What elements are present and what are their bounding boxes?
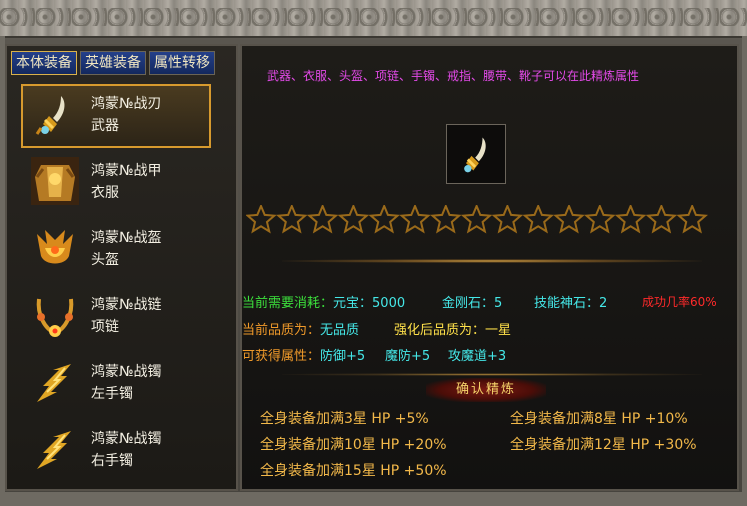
tab-body-equipment[interactable]: 本体装备	[11, 51, 77, 75]
star-icon	[399, 205, 431, 234]
blade-icon	[464, 137, 486, 173]
current-quality-value: 无品质	[320, 323, 360, 338]
cost-label: 当前需要消耗：	[242, 296, 334, 311]
equipment-item-helmet[interactable]: 鸿蒙№战盔 头盔	[21, 218, 211, 282]
after-quality: 强化后品质为：一星	[394, 319, 511, 338]
star-icon	[276, 205, 308, 234]
bonus-15-star: 全身装备加满15星 HP +50%	[260, 463, 447, 479]
equipment-item-weapon[interactable]: 鸿蒙№战刃 武器	[21, 84, 211, 148]
diamond-cost: 金刚石：5	[442, 292, 502, 311]
star-level-row	[246, 205, 708, 234]
item-name: 鸿蒙№战镯	[91, 364, 162, 380]
star-icon	[306, 205, 339, 234]
cost-row: 当前需要消耗：元宝：5000	[242, 292, 405, 311]
tab-hero-equipment[interactable]: 英雄装备	[80, 51, 146, 75]
after-quality-value: 一星	[485, 323, 512, 338]
item-name: 鸿蒙№战链	[91, 297, 162, 313]
success-rate: 成功几率60%	[642, 295, 717, 309]
frame-right	[742, 36, 747, 506]
armor-icon	[31, 157, 79, 205]
divider	[282, 259, 702, 263]
item-type: 项链	[91, 319, 119, 335]
after-quality-label: 强化后品质为：	[394, 323, 486, 338]
attribute-row: 可获得属性：防御+5	[242, 345, 365, 364]
bonus-10-star: 全身装备加满10星 HP +20%	[260, 437, 447, 453]
bonus-3-star: 全身装备加满3星 HP +5%	[260, 411, 429, 427]
item-name: 鸿蒙№战刃	[91, 96, 162, 112]
bonus-8-star: 全身装备加满8星 HP +10%	[510, 411, 688, 427]
star-icon	[246, 205, 277, 234]
defense-value: 防御+5	[320, 349, 366, 364]
equipment-preview-slot[interactable]	[446, 124, 506, 184]
magic-attack-value: 攻魔道+3	[448, 349, 507, 364]
equipment-item-right-bracelet[interactable]: 鸿蒙№战镯 右手镯	[21, 419, 211, 483]
tab-bar: 本体装备 英雄装备 属性转移	[11, 51, 215, 75]
star-icon	[553, 205, 585, 234]
helmet-icon	[37, 230, 73, 264]
divider	[282, 373, 702, 376]
refine-panel: 武器、衣服、头盔、项链、手镯、戒指、腰带、靴子可以在此精炼属性 当前需要消耗：元…	[240, 44, 739, 491]
equipment-item-left-bracelet[interactable]: 鸿蒙№战镯 左手镯	[21, 352, 211, 416]
magic-defense-value: 魔防+5	[385, 349, 431, 364]
blade-icon	[35, 96, 65, 135]
star-icon	[676, 205, 708, 234]
necklace-icon	[36, 298, 74, 337]
scroll-ornament	[0, 8, 747, 26]
equipment-list-panel: 本体装备 英雄装备 属性转移 鸿蒙№战刃 武器 鸿蒙№战甲 衣服 鸿蒙№战盔 头…	[5, 44, 238, 491]
frame-bottom	[0, 492, 747, 506]
diamond-label: 金刚石：	[442, 296, 495, 311]
equipment-item-armor[interactable]: 鸿蒙№战甲 衣服	[21, 151, 211, 215]
star-icon	[645, 205, 678, 234]
item-name: 鸿蒙№战甲	[91, 163, 162, 179]
skill-stone-cost: 技能神石：2	[534, 292, 607, 311]
skill-stone-label: 技能神石：	[534, 296, 600, 311]
item-name: 鸿蒙№战镯	[91, 431, 162, 447]
diamond-value: 5	[494, 296, 503, 311]
quality-row: 当前品质为：无品质	[242, 319, 359, 338]
skill-stone-value: 2	[599, 296, 608, 311]
instruction-text: 武器、衣服、头盔、项链、手镯、戒指、腰带、靴子可以在此精炼属性	[267, 69, 640, 83]
item-type: 左手镯	[91, 386, 133, 402]
bonus-12-star: 全身装备加满12星 HP +30%	[510, 437, 697, 453]
star-icon	[614, 205, 647, 234]
star-icon	[368, 205, 400, 234]
equipment-item-necklace[interactable]: 鸿蒙№战链 项链	[21, 285, 211, 349]
item-name: 鸿蒙№战盔	[91, 230, 162, 246]
current-quality-label: 当前品质为：	[242, 323, 321, 338]
confirm-refine-button[interactable]: 确认精炼	[426, 378, 546, 402]
bracelet-icon	[37, 364, 71, 402]
star-icon	[337, 205, 370, 234]
equipment-list: 鸿蒙№战刃 武器 鸿蒙№战甲 衣服 鸿蒙№战盔 头盔 鸿蒙№战链 项链 鸿蒙№战…	[21, 84, 211, 486]
top-frame	[0, 0, 747, 38]
item-type: 衣服	[91, 185, 119, 201]
star-icon	[584, 205, 616, 234]
attribute-label: 可获得属性：	[242, 349, 321, 364]
yuanbao-value: 5000	[372, 296, 406, 311]
refine-window: 本体装备 英雄装备 属性转移 鸿蒙№战刃 武器 鸿蒙№战甲 衣服 鸿蒙№战盔 头…	[0, 0, 747, 506]
bracelet-icon	[37, 431, 71, 469]
star-icon	[491, 205, 524, 234]
star-icon	[522, 205, 554, 234]
item-type: 右手镯	[91, 453, 133, 469]
tab-attribute-transfer[interactable]: 属性转移	[149, 51, 215, 75]
item-type: 武器	[91, 118, 119, 134]
yuanbao-label: 元宝：	[333, 296, 373, 311]
star-icon	[460, 205, 493, 234]
item-type: 头盔	[91, 252, 119, 268]
star-icon	[430, 205, 462, 234]
